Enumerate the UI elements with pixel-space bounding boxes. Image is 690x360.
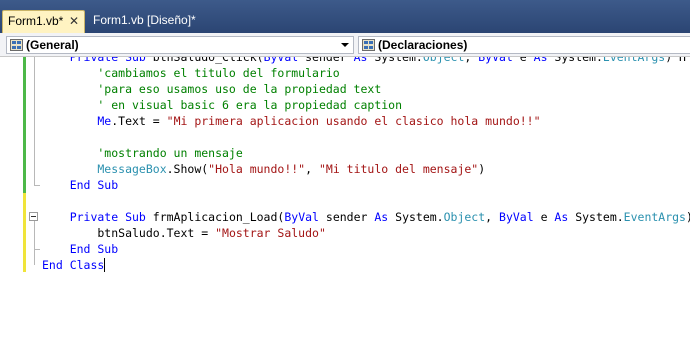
code-token: EventArgs	[602, 57, 666, 64]
code-token: .Text =	[111, 114, 167, 128]
method-name-value: (Declaraciones)	[378, 38, 468, 52]
chevron-down-icon[interactable]	[341, 43, 349, 47]
code-token: "Mi primera aplicacion usando el clasico…	[166, 114, 541, 128]
code-token: frmAplicacion_Load(	[152, 210, 285, 224]
code-line[interactable]: Private Sub frmAplicacion_Load(ByVal sen…	[42, 209, 690, 225]
code-token: System.	[554, 57, 603, 64]
tab-label: Form1.vb [Diseño]*	[93, 13, 196, 27]
code-token: )	[686, 210, 690, 224]
tab-form1-design[interactable]: Form1.vb [Diseño]*	[88, 10, 203, 33]
code-token: btnSaludo_Click(	[152, 57, 264, 64]
code-token: ByVal	[284, 210, 326, 224]
code-line[interactable]: 'mostrando un mensaje	[42, 145, 690, 161]
code-token: Object	[443, 210, 486, 224]
code-token: e	[540, 210, 555, 224]
declarations-icon	[362, 39, 375, 51]
code-line[interactable]: MessageBox.Show("Hola mundo!!", "Mi titu…	[42, 161, 690, 177]
code-token: 'mostrando un mensaje	[42, 146, 243, 160]
code-line[interactable]: 'para eso usamos uso de la propiedad tex…	[42, 81, 690, 97]
code-text[interactable]: Private Sub btnSaludo_Click(ByVal sender…	[42, 57, 690, 273]
code-editor[interactable]: Private Sub btnSaludo_Click(ByVal sender…	[0, 57, 690, 360]
code-token: sender	[325, 210, 375, 224]
code-token: ByVal	[263, 57, 306, 64]
class-name-value: (General)	[26, 38, 79, 52]
code-token: )	[478, 162, 486, 176]
code-token: ByVal	[478, 57, 520, 64]
tab-label: Form1.vb*	[8, 14, 64, 28]
code-token: .Show(	[166, 162, 209, 176]
code-token: ByVal	[499, 210, 541, 224]
text-caret	[104, 258, 106, 272]
code-line[interactable]: ' en visual basic 6 era la propiedad cap…	[42, 97, 690, 113]
code-token: "Hola mundo!!"	[208, 162, 306, 176]
code-line[interactable]	[42, 193, 690, 209]
code-token: btnSaludo.Text =	[42, 226, 216, 240]
code-token: Object	[422, 57, 465, 64]
code-token: System.	[575, 210, 624, 224]
code-token: 'para eso usamos uso de la propiedad tex…	[42, 82, 382, 96]
code-token: As	[353, 57, 375, 64]
code-token: Me	[42, 114, 112, 128]
code-token: End Sub	[42, 178, 119, 192]
saved-changes-marker	[23, 57, 26, 193]
code-line[interactable]	[42, 129, 690, 145]
code-token: "Mi titulo del mensaje"	[318, 162, 479, 176]
code-token: MessageBox	[42, 162, 167, 176]
code-line[interactable]: Private Sub btnSaludo_Click(ByVal sender…	[42, 57, 690, 65]
tab-form1-code[interactable]: Form1.vb* ✕	[2, 10, 85, 33]
code-token: As	[533, 57, 555, 64]
code-token: System.	[395, 210, 444, 224]
code-token: "Mostrar Saludo"	[215, 226, 326, 240]
code-token: ' en visual basic 6 era la propiedad cap…	[42, 98, 403, 112]
unsaved-changes-marker	[23, 193, 26, 272]
class-name-dropdown[interactable]: (General)	[6, 36, 354, 54]
code-token: ) H	[665, 57, 686, 64]
code-token: e	[519, 57, 534, 64]
code-token: System.	[374, 57, 423, 64]
outline-line	[34, 249, 35, 265]
code-line[interactable]: End Class	[42, 257, 690, 273]
code-token: As	[554, 210, 576, 224]
class-icon	[10, 39, 23, 51]
code-token: ,	[485, 210, 500, 224]
code-token: EventArgs	[623, 210, 686, 224]
outline-line	[34, 221, 35, 249]
code-line[interactable]: End Sub	[42, 241, 690, 257]
code-token: End Sub	[42, 242, 119, 256]
document-tab-strip: Form1.vb* ✕ Form1.vb [Diseño]*	[0, 0, 690, 33]
code-line[interactable]: btnSaludo.Text = "Mostrar Saludo"	[42, 225, 690, 241]
outline-end-marker	[34, 185, 40, 186]
method-name-dropdown[interactable]: (Declaraciones)	[358, 36, 690, 54]
code-token: ,	[464, 57, 479, 64]
code-navigation-bar: (General) (Declaraciones)	[0, 33, 690, 57]
close-icon[interactable]: ✕	[69, 11, 79, 32]
code-token: Private Sub	[42, 210, 153, 224]
code-token: As	[374, 210, 396, 224]
code-line[interactable]: End Sub	[42, 177, 690, 193]
code-token: Private Sub	[42, 57, 153, 64]
code-line[interactable]: 'cambiamos el titulo del formulario	[42, 65, 690, 81]
code-line[interactable]: Me.Text = "Mi primera aplicacion usando …	[42, 113, 690, 129]
code-token: sender	[305, 57, 354, 64]
outline-line	[34, 57, 35, 185]
code-token: End Class	[42, 258, 105, 272]
code-token: 'cambiamos el titulo del formulario	[42, 66, 340, 80]
code-token: ,	[305, 162, 319, 176]
collapse-icon[interactable]	[29, 212, 38, 221]
